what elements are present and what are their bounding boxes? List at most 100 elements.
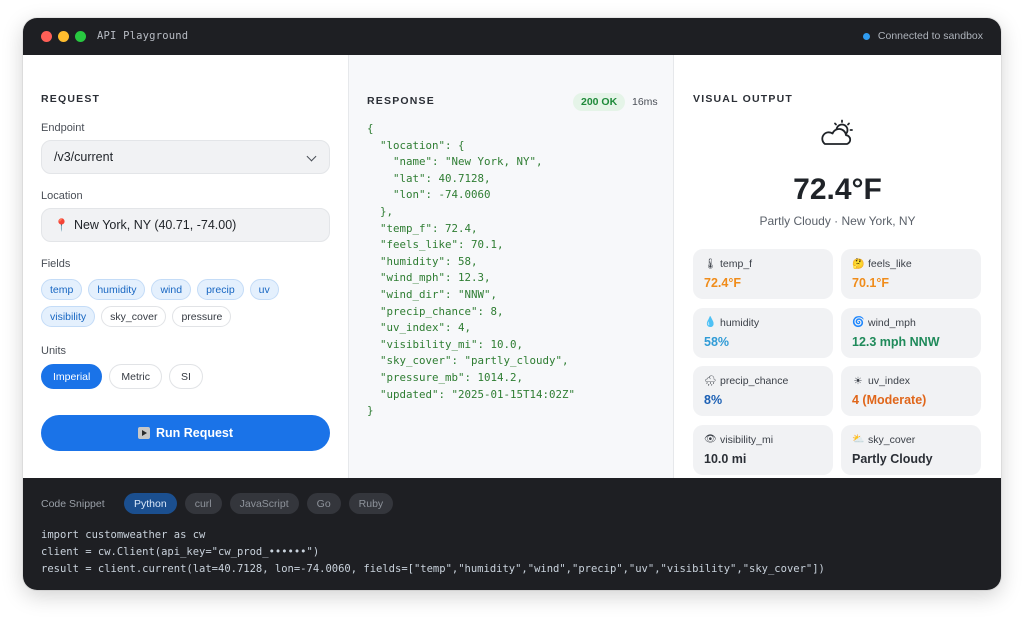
condition-text: Partly Cloudy · New York, NY (759, 214, 916, 228)
wind-icon: 🌀 (852, 317, 865, 328)
metric-value: 70.1°F (852, 276, 889, 290)
status-badge: 200 OK (573, 93, 626, 111)
visual-output-title: VISUAL OUTPUT (693, 93, 793, 105)
unit-si-button[interactable]: SI (168, 364, 203, 389)
request-title: REQUEST (41, 93, 101, 105)
location-label: Location (41, 190, 83, 202)
fields-chip-group: temp humidity wind precip uv visibility sky_co… (41, 279, 333, 327)
sun-icon: ☀ (853, 375, 863, 387)
endpoint-select[interactable]: /v3/current (41, 140, 330, 174)
json-line: "feels_like": 70.1, (367, 238, 504, 252)
metric-value: 72.4°F (704, 276, 741, 290)
tab-python[interactable]: Python (124, 493, 177, 514)
tab-curl[interactable]: curl (184, 493, 222, 514)
metric-label: ☀ uv_index (852, 375, 911, 387)
json-line: }, (367, 204, 394, 218)
request-panel: REQUEST Endpoint /v3/current Location 📍 … (23, 55, 349, 478)
metric-label: 👁 visibility_mi (704, 434, 773, 446)
visual-output-panel: VISUAL OUTPUT 72.4°F Partly Cloudy · New… (674, 55, 1001, 478)
tab-javascript[interactable]: JavaScript (229, 493, 299, 514)
field-chip-pressure[interactable]: pressure (172, 306, 232, 327)
metric-label: 🤔 feels_like (852, 258, 912, 270)
metric-label-text: precip_chance (720, 375, 789, 387)
response-title: RESPONSE (367, 95, 435, 107)
json-line: "temp_f": 72.4, (367, 221, 478, 235)
minimize-window-button[interactable] (58, 31, 69, 42)
metric-label: 💧 humidity (704, 317, 759, 329)
metric-label: 🌧 precip_chance (704, 375, 788, 387)
json-line: "lat": 40.7128, (367, 171, 491, 185)
metric-label: 🌡 temp_f (704, 258, 752, 270)
metric-value: 12.3 mph NNW (852, 334, 940, 349)
thermometer-icon: 🌡 (704, 258, 717, 270)
units-label: Units (41, 345, 67, 357)
json-line: "precip_chance": 8, (367, 304, 504, 318)
json-line: "sky_cover": "partly_cloudy", (367, 354, 569, 368)
code-line: import customweather as cw (41, 529, 206, 541)
cloud-icon: ⛅ (852, 434, 865, 445)
wind-card: 🌀 wind_mph 12.3 mph NNW (841, 307, 981, 358)
metric-label-text: feels_like (868, 258, 912, 270)
metric-label-text: visibility_mi (720, 433, 774, 446)
connection-status-text: Connected to sandbox (877, 30, 983, 42)
metric-value: 58% (704, 334, 730, 349)
response-panel: RESPONSE 200 OK 16ms { "location": { "na… (349, 55, 674, 478)
sky-cover-card: ⛅ sky_cover Partly Cloudy (841, 424, 981, 475)
metric-label-text: uv_index (868, 375, 911, 387)
droplet-icon: 💧 (704, 317, 717, 328)
code-snippet-label: Code Snippet (41, 498, 105, 510)
metric-value: 10.0 mi (704, 451, 747, 466)
json-line: "humidity": 58, (367, 254, 478, 268)
connection-status: Connected to sandbox (862, 30, 983, 42)
code-snippet-panel: Code Snippet Python curl JavaScript Go Ruby … (23, 478, 1001, 590)
play-icon (137, 427, 150, 439)
metric-value: 8% (704, 393, 723, 407)
maximize-window-button[interactable] (75, 31, 86, 42)
run-request-label: Run Request (155, 426, 234, 440)
json-line: "pressure_mb": 1014.2, (367, 370, 524, 384)
response-json: { "location": { "name": "New York, NY", … (367, 121, 667, 420)
field-chip-precip[interactable]: precip (197, 279, 244, 300)
metric-label: ⛅ sky_cover (852, 434, 915, 446)
unit-imperial-button[interactable]: Imperial (41, 364, 103, 389)
rain-cloud-icon: 🌧 (704, 375, 717, 387)
metric-label-text: humidity (720, 316, 760, 329)
endpoint-value: /v3/current (54, 150, 114, 164)
tab-ruby[interactable]: Ruby (348, 493, 394, 514)
metric-label: 🌀 wind_mph (852, 317, 916, 329)
unit-metric-button[interactable]: Metric (109, 364, 162, 389)
uv-card: ☀ uv_index 4 (Moderate) (841, 366, 981, 416)
field-chip-visibility[interactable]: visibility (41, 306, 96, 327)
eye-icon: 👁 (704, 434, 717, 445)
json-line: "location": { (367, 138, 465, 152)
field-chip-wind[interactable]: wind (151, 279, 192, 300)
metric-label-text: wind_mph (868, 316, 916, 329)
chevron-down-icon (306, 151, 317, 162)
thinking-face-icon: 🤔 (852, 258, 865, 270)
run-request-button[interactable]: Run Request (41, 415, 330, 451)
temp-card: 🌡 temp_f 72.4°F (693, 249, 833, 299)
field-chip-uv[interactable]: uv (249, 279, 279, 300)
location-value: New York, NY (40.71, -74.00) (73, 218, 237, 232)
field-chip-temp[interactable]: temp (41, 279, 83, 300)
units-toggle-group: Imperial Metric SI (41, 364, 203, 389)
location-input[interactable]: 📍 New York, NY (40.71, -74.00) (41, 208, 330, 242)
field-chip-humidity[interactable]: humidity (88, 279, 146, 300)
json-line: } (367, 404, 374, 418)
window-title: API Playground (97, 30, 189, 42)
code-line: result = client.current(lat=40.7128, lon… (41, 563, 825, 575)
title-bar: API Playground Connected to sandbox (23, 18, 1001, 55)
tab-go[interactable]: Go (306, 493, 341, 514)
json-line: "visibility_mi": 10.0, (367, 337, 524, 351)
json-line: "wind_mph": 12.3, (367, 271, 491, 285)
json-line: "updated": "2025-01-15T14:02Z" (367, 387, 576, 401)
temperature-display: 72.4°F (793, 173, 882, 206)
metric-label-text: temp_f (720, 258, 753, 270)
feels-like-card: 🤔 feels_like 70.1°F (841, 249, 981, 299)
humidity-card: 💧 humidity 58% (693, 307, 833, 358)
close-window-button[interactable] (41, 31, 52, 42)
code-line: client = cw.Client(api_key="cw_prod_••••… (41, 546, 320, 558)
app-window: API Playground Connected to sandbox REQU… (23, 18, 1001, 590)
json-line: "uv_index": 4, (367, 321, 472, 335)
field-chip-sky-cover[interactable]: sky_cover (101, 306, 167, 327)
